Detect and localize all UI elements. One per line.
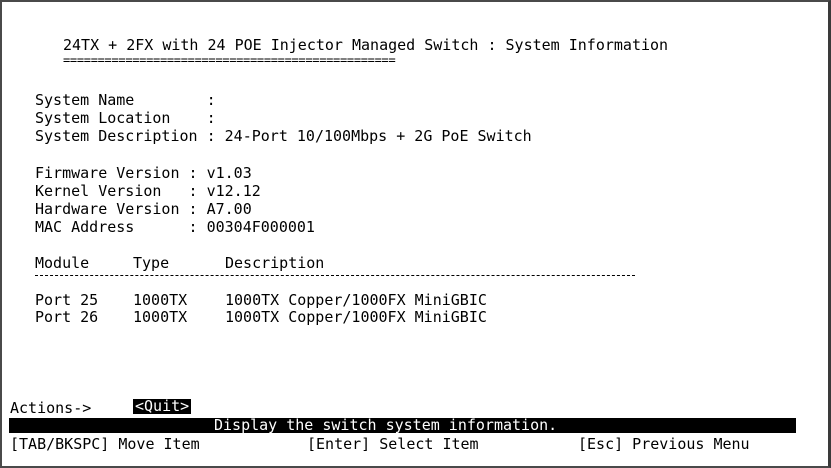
hardware-version-row: Hardware Version : A7.00 [35,200,252,218]
page-title: 24TX + 2FX with 24 POE Injector Managed … [63,36,669,54]
info-bar-text: Display the switch system information. [214,416,558,434]
system-location-row: System Location : [35,109,216,127]
mac-address-row: MAC Address : 00304F000001 [35,218,315,236]
hint-select-item: [Enter] Select Item [307,435,479,453]
table-header-module: Module [35,254,90,272]
actions-label: Actions-> [10,399,92,417]
table-row-type: 1000TX [133,291,188,309]
system-description-row: System Description : 24-Port 10/100Mbps … [35,127,532,145]
table-row-description: 1000TX Copper/1000FX MiniGBIC [225,291,487,309]
quit-button[interactable]: <Quit> [133,399,192,414]
table-row-type: 1000TX [133,308,188,326]
table-header-description: Description [225,254,325,272]
kernel-version-row: Kernel Version : v12.12 [35,182,261,200]
table-divider [35,275,635,276]
table-row-module: Port 26 [35,308,99,326]
table-row-description: 1000TX Copper/1000FX MiniGBIC [225,308,487,326]
system-name-row: System Name : [35,91,216,109]
hint-move-item: [TAB/BKSPC] Move Item [10,435,200,453]
table-header-type: Type [133,254,170,272]
title-underline: ========================================… [63,53,396,67]
firmware-version-row: Firmware Version : v1.03 [35,164,252,182]
terminal-screen: 24TX + 2FX with 24 POE Injector Managed … [0,0,831,468]
table-row-module: Port 25 [35,291,99,309]
hint-previous-menu: [Esc] Previous Menu [578,435,750,453]
